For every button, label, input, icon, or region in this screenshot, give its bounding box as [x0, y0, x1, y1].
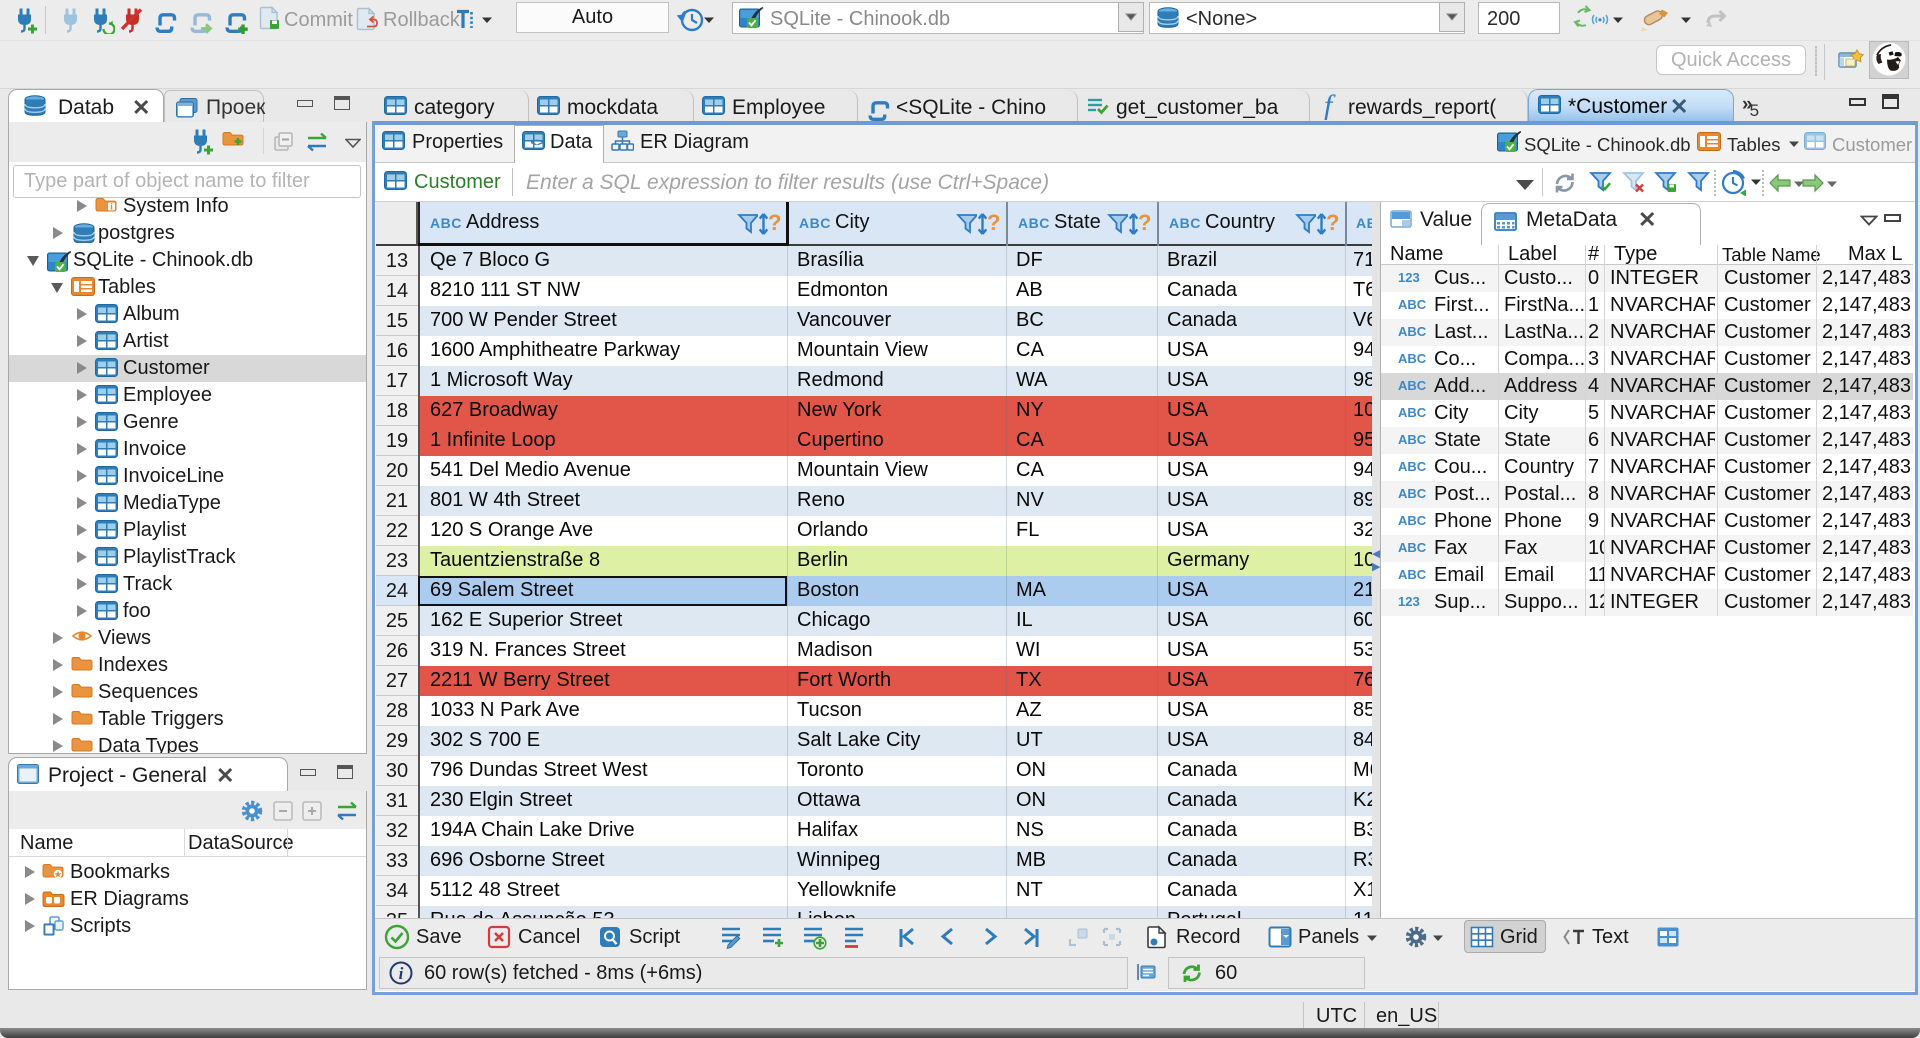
- svg-text:★: ★: [54, 869, 63, 879]
- svg-text:f: f: [1324, 92, 1336, 120]
- svg-text:i: i: [399, 964, 404, 983]
- svg-text:<>: <>: [531, 137, 544, 148]
